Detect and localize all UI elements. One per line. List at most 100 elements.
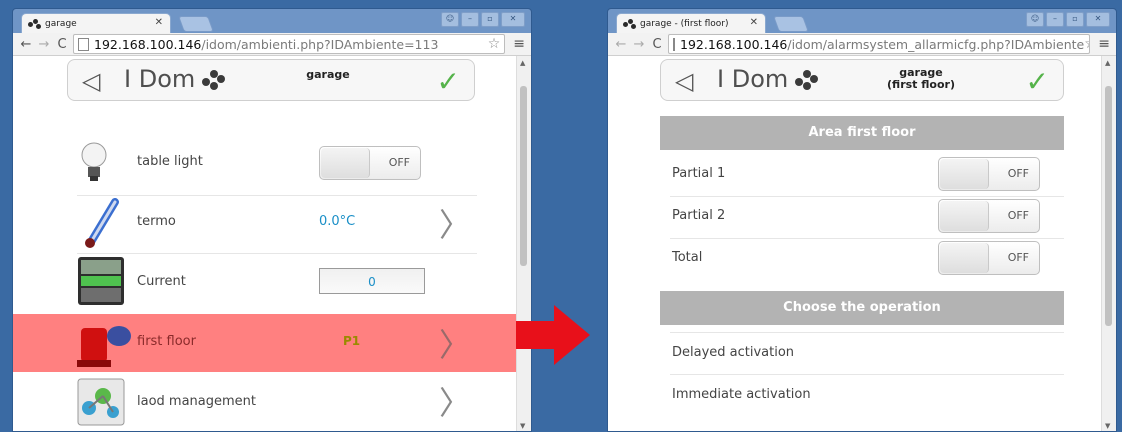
temperature-value: 0.0°C (319, 214, 356, 229)
url-host: 192.168.100.146 (94, 36, 202, 52)
window-controls: ☺ – ▫ ✕ (441, 12, 525, 27)
maximize-button[interactable]: ▫ (1066, 12, 1084, 27)
new-tab-button[interactable] (773, 16, 809, 32)
operation-item[interactable]: Immediate activation (608, 374, 1104, 416)
row-label: Total (672, 250, 703, 265)
browser-tab[interactable]: garage ✕ (21, 13, 171, 33)
tab-title: garage (45, 18, 77, 29)
close-window-button[interactable]: ✕ (501, 12, 525, 27)
url-path: /idom/ambienti.php?IDAmbiente=113 (201, 36, 439, 52)
chevron-right-icon[interactable]: 〉 (439, 320, 471, 366)
row-label: first floor (137, 334, 196, 349)
thermometer-icon (85, 198, 119, 248)
url-path: /idom/alarmsystem_allarmicfg.php?IDAmbie… (787, 36, 1085, 52)
browser-window-left: garage ✕ ☺ – ▫ ✕ ← → C 192.168.100.146/i… (12, 8, 532, 432)
toggle-state: OFF (1007, 209, 1029, 222)
page-content: ◁ I Dom garage ✓ table light OFF termo 0… (13, 56, 519, 431)
app-logo: I Dom (717, 65, 789, 93)
page-title: garage (first floor) (861, 67, 981, 91)
new-tab-button[interactable] (178, 16, 214, 32)
confirm-check-icon[interactable]: ✓ (437, 65, 460, 98)
menu-icon[interactable]: ≡ (1098, 36, 1110, 52)
forward-nav-icon[interactable]: → (37, 37, 51, 52)
page-title: garage (306, 68, 350, 81)
close-tab-icon[interactable]: ✕ (750, 17, 758, 28)
maximize-button[interactable]: ▫ (481, 12, 499, 27)
user-icon[interactable]: ☺ (441, 12, 459, 27)
close-tab-icon[interactable]: ✕ (155, 17, 163, 28)
tab-title: garage - (first floor) (640, 18, 729, 29)
menu-icon[interactable]: ≡ (513, 36, 525, 52)
section-header: Area first floor (660, 116, 1064, 150)
back-arrow-icon[interactable]: ◁ (675, 67, 693, 95)
toggle-switch[interactable]: OFF (938, 157, 1040, 191)
scrollbar[interactable]: ▲ ▼ (516, 56, 531, 431)
list-item[interactable]: table light OFF (13, 136, 519, 190)
page-icon (673, 37, 675, 51)
list-item-highlighted[interactable]: first floor P1 〉 (13, 314, 519, 372)
list-item[interactable]: termo 0.0°C 〉 (13, 196, 519, 250)
toggle-state: OFF (1007, 251, 1029, 264)
operation-item[interactable]: Delayed activation (608, 332, 1104, 374)
molecule-icon (77, 378, 125, 426)
app-logo: I Dom (124, 65, 196, 93)
minimize-button[interactable]: – (461, 12, 479, 27)
reload-icon[interactable]: C (55, 37, 69, 52)
bookmark-star-icon[interactable]: ☆ (1084, 36, 1089, 52)
row-label: laod management (137, 394, 256, 409)
logo-balls-icon (202, 70, 230, 92)
reload-icon[interactable]: C (650, 37, 664, 52)
minimize-button[interactable]: – (1046, 12, 1064, 27)
user-icon[interactable]: ☺ (1026, 12, 1044, 27)
page-title-line2: (first floor) (887, 78, 955, 91)
confirm-check-icon[interactable]: ✓ (1026, 65, 1049, 98)
list-item[interactable]: laod management 〉 (13, 374, 519, 430)
transition-arrow-icon (516, 305, 590, 365)
lightbulb-icon (81, 142, 107, 181)
alarm-state-value: P1 (343, 334, 361, 348)
partial-row[interactable]: Partial 1 OFF (608, 154, 1104, 196)
browser-tab[interactable]: garage - (first floor) ✕ (616, 13, 766, 33)
back-nav-icon[interactable]: ← (19, 37, 33, 52)
row-label: termo (137, 214, 176, 229)
app-header: ◁ I Dom garage (first floor) ✓ (660, 59, 1064, 101)
url-input[interactable]: 192.168.100.146/idom/alarmsystem_allarmi… (668, 34, 1091, 54)
back-nav-icon[interactable]: ← (614, 37, 628, 52)
address-bar-row: ← → C 192.168.100.146/idom/ambienti.php?… (13, 33, 531, 56)
bookmark-star-icon[interactable]: ☆ (488, 36, 501, 52)
operation-label: Immediate activation (672, 387, 811, 402)
row-label: table light (137, 154, 203, 169)
toggle-switch[interactable]: OFF (938, 199, 1040, 233)
section-header: Choose the operation (660, 291, 1064, 325)
logo-balls-icon (795, 70, 823, 92)
alarm-siren-icon (77, 326, 131, 367)
chevron-right-icon[interactable]: 〉 (439, 200, 471, 246)
row-label: Partial 2 (672, 208, 726, 223)
scrollbar[interactable]: ▲ ▼ (1101, 56, 1116, 431)
current-value-field[interactable]: 0 (319, 268, 425, 294)
list-item[interactable]: Current 0 (13, 254, 519, 310)
operation-label: Delayed activation (672, 345, 795, 360)
page-content: ◁ I Dom garage (first floor) ✓ Area firs… (608, 56, 1104, 431)
url-input[interactable]: 192.168.100.146/idom/ambienti.php?IDAmbi… (73, 34, 506, 54)
url-host: 192.168.100.146 (680, 36, 788, 52)
chevron-right-icon[interactable]: 〉 (439, 378, 471, 424)
row-label: Partial 1 (672, 166, 726, 181)
close-window-button[interactable]: ✕ (1086, 12, 1110, 27)
forward-nav-icon[interactable]: → (632, 37, 646, 52)
back-arrow-icon[interactable]: ◁ (82, 67, 100, 95)
toggle-state: OFF (388, 156, 410, 169)
row-label: Current (137, 274, 186, 289)
toggle-state: OFF (1007, 167, 1029, 180)
toggle-switch[interactable]: OFF (319, 146, 421, 180)
page-icon (78, 37, 89, 51)
app-header: ◁ I Dom garage ✓ (67, 59, 475, 101)
partial-row[interactable]: Partial 2 OFF (608, 196, 1104, 238)
total-row[interactable]: Total OFF (608, 238, 1104, 280)
toggle-switch[interactable]: OFF (938, 241, 1040, 275)
address-bar-row: ← → C 192.168.100.146/idom/alarmsystem_a… (608, 33, 1116, 56)
browser-window-right: garage - (first floor) ✕ ☺ – ▫ ✕ ← → C 1… (607, 8, 1117, 432)
idom-favicon-icon (623, 18, 637, 29)
window-controls: ☺ – ▫ ✕ (1026, 12, 1110, 27)
level-gauge-icon (78, 257, 124, 305)
